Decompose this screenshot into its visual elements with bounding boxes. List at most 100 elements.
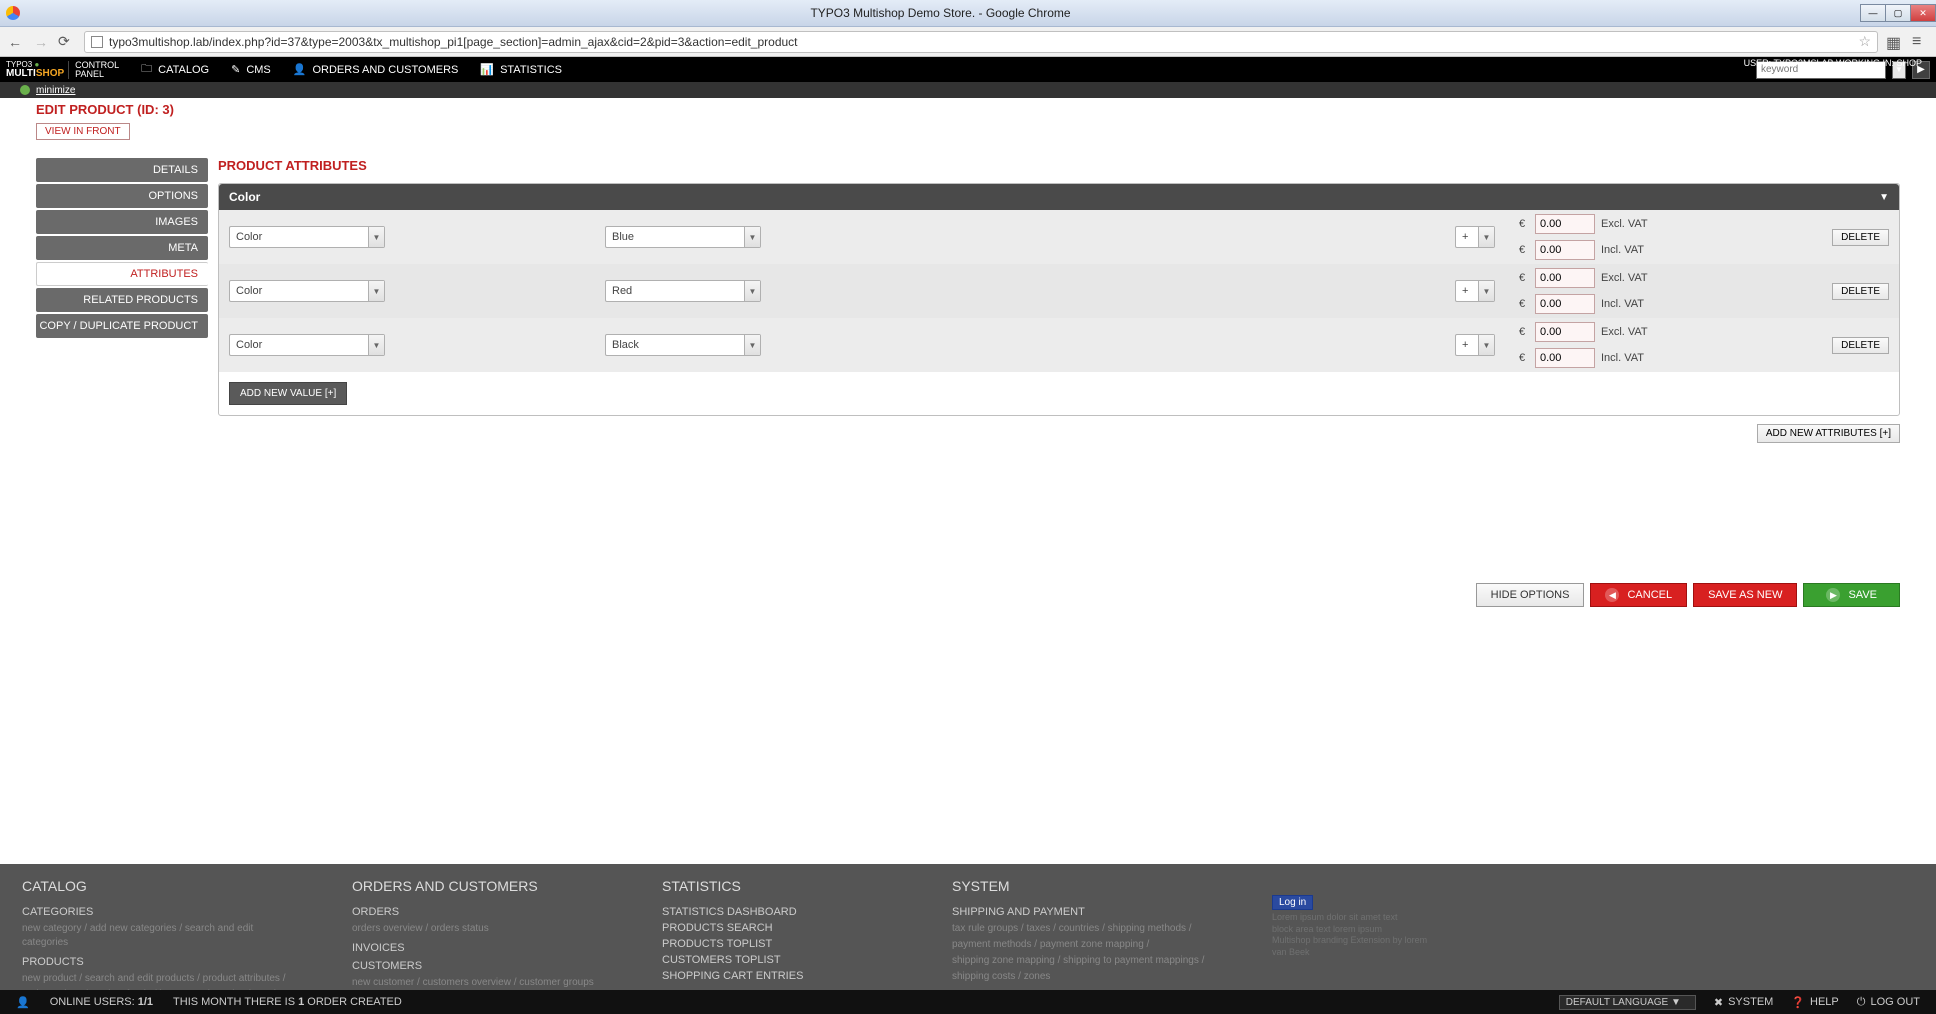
tab-related-products[interactable]: RELATED PRODUCTS: [36, 288, 208, 312]
system-button[interactable]: ✖SYSTEM: [1714, 996, 1773, 1009]
logout-button[interactable]: ⏻LOG OUT: [1857, 996, 1920, 1009]
reload-button[interactable]: ⟳: [58, 33, 76, 51]
add-new-value-button[interactable]: ADD NEW VALUE [+]: [229, 382, 347, 405]
logo-text-1b: SHOP: [36, 68, 64, 79]
attribute-block-header[interactable]: Color ▼: [219, 184, 1899, 210]
delete-button[interactable]: DELETE: [1832, 283, 1889, 300]
currency-symbol: €: [1519, 218, 1529, 230]
section-title: PRODUCT ATTRIBUTES: [218, 158, 1900, 173]
attribute-block-color: Color ▼ Color ▼ Blue ▼: [218, 183, 1900, 416]
language-select[interactable]: DEFAULT LANGUAGE ▼: [1559, 995, 1696, 1010]
hide-options-button[interactable]: HIDE OPTIONS: [1476, 583, 1585, 607]
delete-button[interactable]: DELETE: [1832, 229, 1889, 246]
incl-vat-label: Incl. VAT: [1601, 244, 1644, 256]
incl-vat-label: Incl. VAT: [1601, 298, 1644, 310]
delete-button[interactable]: DELETE: [1832, 337, 1889, 354]
footer-products-links[interactable]: new product / search and edit products /…: [22, 972, 292, 986]
forward-button[interactable]: →: [32, 33, 50, 51]
folder-icon: 🗀: [141, 60, 152, 79]
help-label: HELP: [1810, 996, 1839, 1008]
footer-system-links-2[interactable]: payment methods / payment zone mapping /: [952, 938, 1212, 952]
footer-system-links-3[interactable]: shipping zone mapping / shipping to paym…: [952, 954, 1212, 968]
logout-label: LOG OUT: [1870, 996, 1920, 1008]
attribute-name-select[interactable]: Color ▼: [229, 334, 385, 356]
tab-options[interactable]: OPTIONS: [36, 184, 208, 208]
nav-catalog[interactable]: 🗀CATALOG: [141, 60, 209, 79]
online-status-icon: [20, 85, 30, 95]
user-icon: 👤: [16, 996, 30, 1009]
nav-stats-label: STATISTICS: [500, 64, 562, 76]
footer-faded-text: Lorem ipsum dolor sit amet textblock are…: [1272, 912, 1472, 959]
close-window-button[interactable]: ✕: [1910, 4, 1936, 22]
chrome-toolbar: ← → ⟳ typo3multishop.lab/index.php?id=37…: [0, 27, 1936, 57]
nav-cms[interactable]: ✎CMS: [231, 60, 271, 79]
footer-products-search-link[interactable]: PRODUCTS SEARCH: [662, 922, 892, 934]
price-excl-input[interactable]: [1535, 214, 1595, 234]
bookmark-star-icon[interactable]: ☆: [1858, 33, 1871, 50]
attribute-value-select[interactable]: Red ▼: [605, 280, 761, 302]
footer-catalog-heading: CATALOG: [22, 878, 292, 894]
view-in-front-button[interactable]: VIEW IN FRONT: [36, 123, 130, 140]
price-incl-input[interactable]: [1535, 294, 1595, 314]
footer-categories-links[interactable]: new category / add new categories / sear…: [22, 922, 292, 950]
save-button[interactable]: ▶SAVE: [1803, 583, 1900, 607]
cancel-button[interactable]: ◀CANCEL: [1590, 583, 1687, 607]
footer-products-toplist-link[interactable]: PRODUCTS TOPLIST: [662, 938, 892, 950]
footer-invoices-link[interactable]: INVOICES: [352, 942, 602, 954]
footer-customers-links[interactable]: new customer / customers overview / cust…: [352, 976, 602, 990]
save-as-new-button[interactable]: SAVE AS NEW: [1693, 583, 1797, 607]
nav-statistics[interactable]: 📊 STATISTICS: [480, 60, 562, 79]
chrome-menu-icon[interactable]: ≡: [1912, 33, 1930, 51]
help-button[interactable]: ❓HELP: [1791, 996, 1838, 1009]
footer-customers-link[interactable]: CUSTOMERS: [352, 960, 602, 972]
tab-details[interactable]: DETAILS: [36, 158, 208, 182]
footer-system-links-4[interactable]: shipping costs / zones: [952, 970, 1212, 984]
attribute-row: Color ▼ Red ▼ + ▼ €: [219, 264, 1899, 318]
price-excl-input[interactable]: [1535, 322, 1595, 342]
footer-categories-link[interactable]: CATEGORIES: [22, 906, 292, 918]
tab-copy-duplicate[interactable]: COPY / DUPLICATE PRODUCT: [36, 314, 208, 338]
attribute-block-title: Color: [229, 190, 260, 204]
nav-orders[interactable]: 👤ORDERS AND CUSTOMERS: [293, 60, 459, 79]
footer-orders-links[interactable]: orders overview / orders status: [352, 922, 602, 936]
multishop-logo[interactable]: TYPO3 ● MULTISHOP CONTROL PANEL: [0, 57, 125, 82]
footer-customers-toplist-link[interactable]: CUSTOMERS TOPLIST: [662, 954, 892, 966]
attribute-value: Black: [606, 335, 744, 355]
tab-meta[interactable]: META: [36, 236, 208, 260]
excl-vat-label: Excl. VAT: [1601, 326, 1648, 338]
price-incl-input[interactable]: [1535, 240, 1595, 260]
footer-products-link[interactable]: PRODUCTS: [22, 956, 292, 968]
attribute-value-select[interactable]: Blue ▼: [605, 226, 761, 248]
chrome-favicon-icon: [6, 6, 20, 20]
login-button[interactable]: Log in: [1272, 895, 1313, 910]
add-new-attributes-button[interactable]: ADD NEW ATTRIBUTES [+]: [1757, 424, 1900, 443]
tab-attributes[interactable]: ATTRIBUTES: [36, 262, 208, 286]
currency-symbol: €: [1519, 352, 1529, 364]
attribute-value-select[interactable]: Black ▼: [605, 334, 761, 356]
footer-cart-entries-link[interactable]: SHOPPING CART ENTRIES: [662, 970, 892, 982]
attribute-name-select[interactable]: Color ▼: [229, 226, 385, 248]
attribute-name-value: Color: [230, 227, 368, 247]
footer-system-links-1[interactable]: tax rule groups / taxes / countries / sh…: [952, 922, 1212, 936]
minimize-window-button[interactable]: —: [1860, 4, 1886, 22]
chrome-window-title: TYPO3 Multishop Demo Store. - Google Chr…: [20, 6, 1861, 20]
tab-images[interactable]: IMAGES: [36, 210, 208, 234]
url-bar[interactable]: typo3multishop.lab/index.php?id=37&type=…: [84, 31, 1878, 53]
price-excl-input[interactable]: [1535, 268, 1595, 288]
chart-icon: 📊: [480, 63, 494, 76]
back-button[interactable]: ←: [6, 33, 24, 51]
minimize-link[interactable]: minimize: [36, 85, 75, 96]
footer-stats-dashboard-link[interactable]: STATISTICS DASHBOARD: [662, 906, 892, 918]
maximize-window-button[interactable]: ▢: [1885, 4, 1911, 22]
footer-orders-link[interactable]: ORDERS: [352, 906, 602, 918]
price-sign-select[interactable]: + ▼: [1455, 226, 1495, 248]
price-sign-select[interactable]: + ▼: [1455, 334, 1495, 356]
attribute-name-select[interactable]: Color ▼: [229, 280, 385, 302]
price-incl-input[interactable]: [1535, 348, 1595, 368]
currency-symbol: €: [1519, 244, 1529, 256]
price-sign-select[interactable]: + ▼: [1455, 280, 1495, 302]
save-label: SAVE: [1848, 589, 1877, 601]
extension-icon[interactable]: ▦: [1886, 33, 1904, 51]
footer-shipping-payment-link[interactable]: SHIPPING AND PAYMENT: [952, 906, 1212, 918]
user-icon: 👤: [293, 63, 307, 76]
